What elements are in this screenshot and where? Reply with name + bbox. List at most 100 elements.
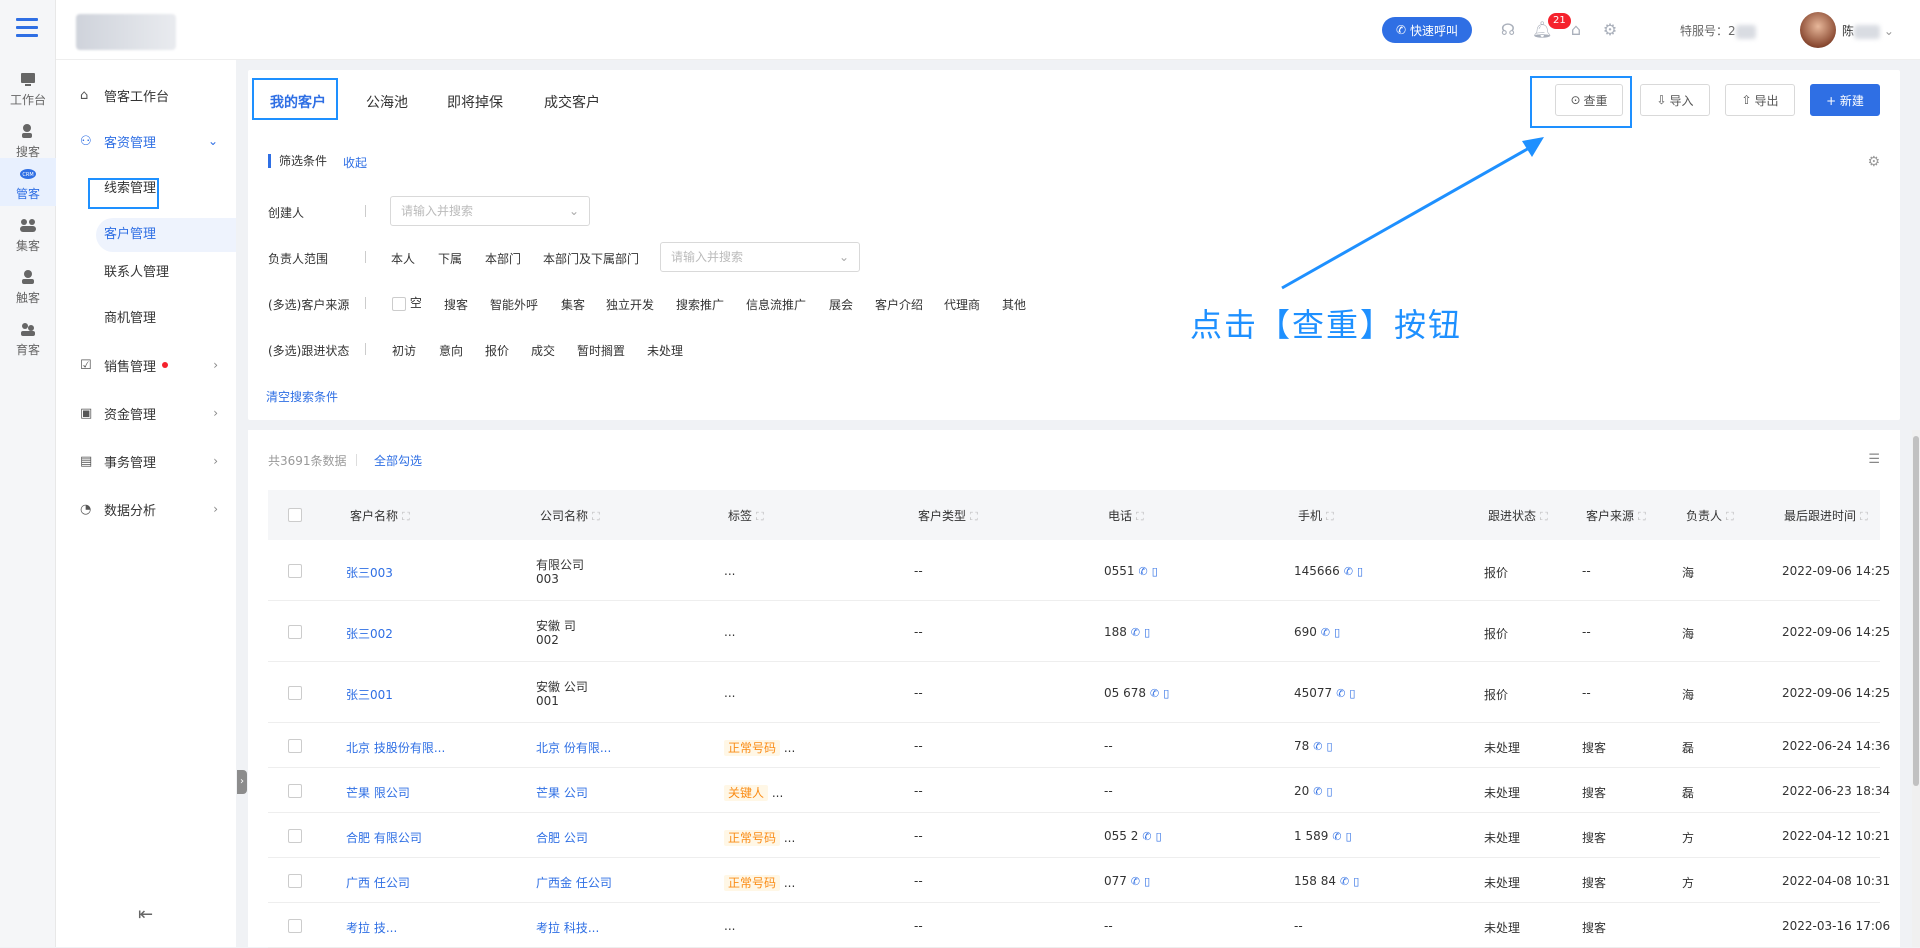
customer-name-link[interactable]: 广西 任公司	[346, 874, 410, 891]
status-option[interactable]: 意向	[439, 342, 463, 359]
tag-cell[interactable]: 关键人 ...	[724, 784, 783, 801]
tag-cell[interactable]: ...	[724, 625, 735, 639]
status-option[interactable]: 暂时搁置	[577, 342, 625, 359]
owner-option-self[interactable]: 本人	[391, 250, 415, 267]
source-option[interactable]: 独立开发	[606, 296, 654, 313]
row-checkbox[interactable]	[288, 829, 302, 843]
owner-select[interactable]: 请输入并搜索 ⌄	[660, 242, 860, 272]
sidebar-item-workbench[interactable]: ⌂ 管客工作台	[56, 78, 236, 112]
rail-item-gather-customer[interactable]: 集客	[0, 216, 56, 260]
phone-icon[interactable]: ✆	[1344, 565, 1353, 578]
source-option[interactable]: 客户介绍	[875, 296, 923, 313]
company-link[interactable]: 广西金 任公司	[536, 874, 612, 891]
phone-icon[interactable]: ✆	[1142, 830, 1151, 843]
company-link[interactable]: 合肥 公司	[536, 829, 588, 846]
collapse-sidebar-icon[interactable]: ⇤	[138, 904, 153, 925]
owner-option-sub[interactable]: 下属	[438, 250, 462, 267]
tag-cell[interactable]: 正常号码 ...	[724, 829, 795, 846]
user-name[interactable]: 陈 ⌄	[1842, 22, 1894, 39]
tag-cell[interactable]: ...	[724, 564, 735, 578]
customer-name-link[interactable]: 张三001	[346, 686, 393, 703]
table-row[interactable]: 芒果 限公司 芒果 公司 关键人 ... -- -- 20 ✆ ▯ 未处理 搜客 磊 2022-06-…	[268, 768, 1890, 813]
phone-icon[interactable]: ✆	[1150, 687, 1159, 700]
mobile-icon[interactable]: ▯	[1357, 565, 1363, 578]
mobile-icon[interactable]: ▯	[1353, 875, 1359, 888]
row-checkbox[interactable]	[288, 739, 302, 753]
home-icon[interactable]: ⌂	[1566, 20, 1586, 40]
col-mobile[interactable]: 手机 ⛶	[1298, 507, 1334, 524]
source-option[interactable]: 其他	[1002, 296, 1026, 313]
quick-call-button[interactable]: ✆ 快速呼叫	[1382, 17, 1472, 43]
col-company[interactable]: 公司名称 ⛶	[540, 507, 600, 524]
col-source[interactable]: 客户来源 ⛶	[1586, 507, 1646, 524]
new-button[interactable]: + 新建	[1810, 84, 1880, 116]
clear-filters-link[interactable]: 清空搜索条件	[266, 388, 338, 405]
tag-cell[interactable]: ...	[724, 686, 735, 700]
mobile-icon[interactable]: ▯	[1144, 626, 1150, 639]
sidebar-item-resource[interactable]: ⚇ 客资管理 ⌄	[56, 124, 236, 158]
status-option[interactable]: 初访	[392, 342, 416, 359]
phone-icon[interactable]: ✆	[1313, 785, 1322, 798]
creator-select[interactable]: 请输入并搜索 ⌄	[390, 196, 590, 226]
status-option[interactable]: 未处理	[647, 342, 683, 359]
row-checkbox[interactable]	[288, 564, 302, 578]
customer-name-link[interactable]: 张三003	[346, 564, 393, 581]
table-row[interactable]: 合肥 有限公司 合肥 公司 正常号码 ... -- 055 2 ✆ ▯ 1 589 ✆ ▯ 未处理搜…	[268, 813, 1890, 858]
tab-public-pool[interactable]: 公海池	[364, 92, 410, 112]
phone-icon[interactable]: ✆	[1321, 626, 1330, 639]
row-checkbox[interactable]	[288, 625, 302, 639]
customer-name-link[interactable]: 芒果 限公司	[346, 784, 410, 801]
col-owner[interactable]: 负责人 ⛶	[1686, 507, 1734, 524]
row-checkbox[interactable]	[288, 686, 302, 700]
source-option[interactable]: 集客	[561, 296, 585, 313]
customer-name-link[interactable]: 合肥 有限公司	[346, 829, 422, 846]
mobile-icon[interactable]: ▯	[1327, 740, 1333, 753]
rail-item-workbench[interactable]: 工作台	[0, 70, 56, 114]
table-row[interactable]: 张三003 有限公司 003... -- 0551 ✆ ▯ 145666 ✆ ▯ 报价 -- 海 2022…	[268, 540, 1890, 601]
company-link[interactable]: 芒果 公司	[536, 784, 588, 801]
table-row[interactable]: 北京 技股份有限... 北京 份有限... 正常号码 ... -- -- 78 ✆ ▯ 未处理 搜…	[268, 723, 1890, 768]
mobile-icon[interactable]: ▯	[1156, 830, 1162, 843]
sidebar-item-customers[interactable]: 客户管理	[96, 218, 236, 252]
col-type[interactable]: 客户类型 ⛶	[918, 507, 978, 524]
source-option[interactable]: 搜索推广	[676, 296, 724, 313]
rail-item-nurture-customer[interactable]: 育客	[0, 320, 56, 364]
collapse-filter-link[interactable]: 收起	[343, 154, 367, 171]
tab-expiring[interactable]: 即将掉保	[445, 92, 505, 112]
export-button[interactable]: ⇧ 导出	[1725, 84, 1795, 116]
phone-icon[interactable]: ✆	[1313, 740, 1322, 753]
phone-icon[interactable]: ✆	[1131, 626, 1140, 639]
phone-icon[interactable]: ✆	[1336, 687, 1345, 700]
mobile-icon[interactable]: ▯	[1144, 875, 1150, 888]
sidebar-item-contacts[interactable]: 联系人管理	[104, 256, 232, 290]
tag-cell[interactable]: 正常号码 ...	[724, 874, 795, 891]
table-row[interactable]: 考拉 技... 考拉 科技...... -- -- -- 未处理 搜客 2022-03-16 …	[268, 903, 1890, 948]
company-link[interactable]: 考拉 科技...	[536, 919, 599, 936]
select-all-checkbox[interactable]	[288, 508, 302, 522]
owner-option-dept-sub[interactable]: 本部门及下属部门	[543, 250, 639, 267]
mobile-icon[interactable]: ▯	[1346, 830, 1352, 843]
select-all-link[interactable]: 全部勾选	[374, 452, 422, 469]
source-option-empty[interactable]: 空	[392, 294, 422, 311]
status-option[interactable]: 报价	[485, 342, 509, 359]
scrollbar-thumb[interactable]	[1913, 436, 1919, 786]
phone-icon[interactable]: ✆	[1332, 830, 1341, 843]
row-checkbox[interactable]	[288, 874, 302, 888]
col-last-follow[interactable]: 最后跟进时间 ⛶	[1784, 507, 1868, 524]
source-option[interactable]: 展会	[829, 296, 853, 313]
mobile-icon[interactable]: ▯	[1152, 565, 1158, 578]
phone-icon[interactable]: ✆	[1340, 875, 1349, 888]
checkbox[interactable]	[392, 296, 406, 311]
column-settings-icon[interactable]: ☰	[1868, 452, 1880, 467]
owner-option-dept[interactable]: 本部门	[485, 250, 521, 267]
col-tag[interactable]: 标签 ⛶	[728, 507, 764, 524]
row-checkbox[interactable]	[288, 784, 302, 798]
collapse-handle[interactable]: ›	[237, 770, 247, 794]
customer-name-link[interactable]: 北京 技股份有限...	[346, 739, 445, 756]
mobile-icon[interactable]: ▯	[1334, 626, 1340, 639]
phone-icon[interactable]: ✆	[1131, 875, 1140, 888]
col-tel[interactable]: 电话 ⛶	[1108, 507, 1144, 524]
row-checkbox[interactable]	[288, 919, 302, 933]
table-row[interactable]: 张三001 安徽 公司 001... -- 05 678 ✆ ▯ 45077 ✆ ▯ 报价 -- 海 20…	[268, 662, 1890, 723]
mobile-icon[interactable]: ▯	[1327, 785, 1333, 798]
